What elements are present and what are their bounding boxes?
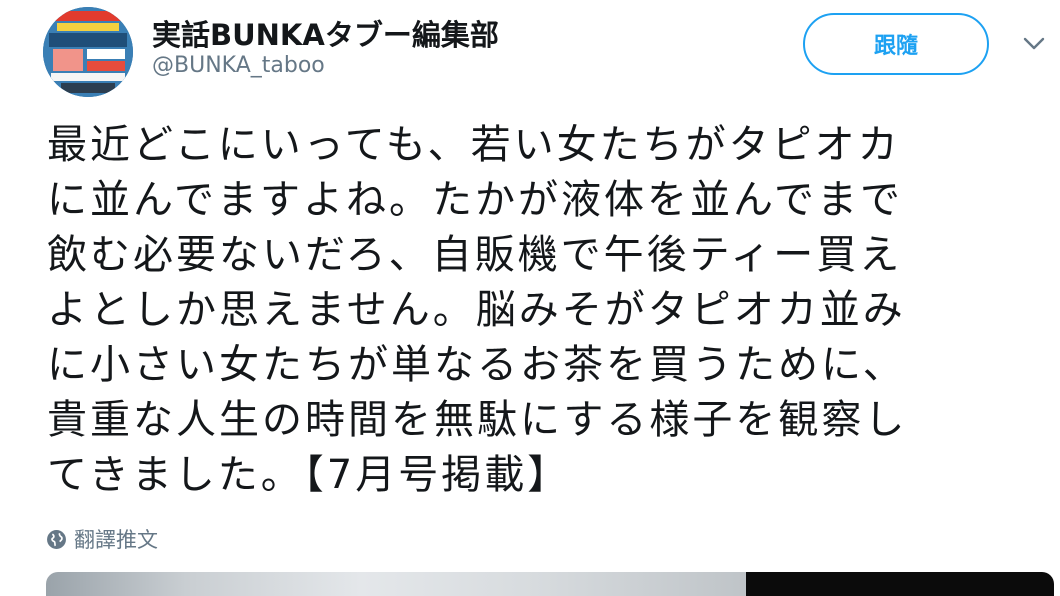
media-photo[interactable] — [46, 572, 746, 596]
media-photo[interactable] — [746, 572, 1054, 596]
tweet-text-line: 貴重な人生の時間を無駄にする様子を観察し — [47, 397, 908, 443]
user-handle[interactable]: @BUNKA_taboo — [152, 53, 325, 78]
avatar[interactable] — [43, 7, 133, 97]
tweet-media[interactable] — [46, 572, 1054, 596]
tweet-text-line: 最近どこにいっても、若い女たちがタピオカ — [47, 122, 901, 168]
tweet-text-line: よとしか思えません。脳みそがタピオカ並み — [47, 287, 906, 333]
tweet-card: 実話BUNKAタブー編集部 @BUNKA_taboo 跟隨 最近どこにいっても、… — [0, 0, 1060, 596]
translate-label: 翻譯推文 — [74, 528, 158, 552]
tweet-text-line: に並んでますよね。たかが液体を並んでまで — [47, 177, 903, 223]
chevron-down-icon[interactable] — [1022, 36, 1046, 52]
tweet-text-line: 飲む必要ないだろ、自販機で午後ティー買え — [47, 232, 903, 278]
globe-icon — [47, 529, 66, 549]
follow-button-label: 跟隨 — [873, 34, 918, 59]
display-name[interactable]: 実話BUNKAタブー編集部 — [152, 12, 499, 54]
magazine-cover-avatar-icon — [43, 7, 133, 97]
translate-tweet-link[interactable]: 翻譯推文 — [46, 524, 158, 554]
follow-button[interactable]: 跟隨 — [803, 13, 989, 75]
tweet-text: 最近どこにいっても、若い女たちがタピオカ に並んでますよね。たかが液体を並んでま… — [47, 118, 1047, 503]
tweet-text-line: に小さい女たちが単なるお茶を買うために、 — [47, 342, 906, 388]
tweet-text-line: てきました。【7月号掲載】 — [47, 452, 571, 498]
